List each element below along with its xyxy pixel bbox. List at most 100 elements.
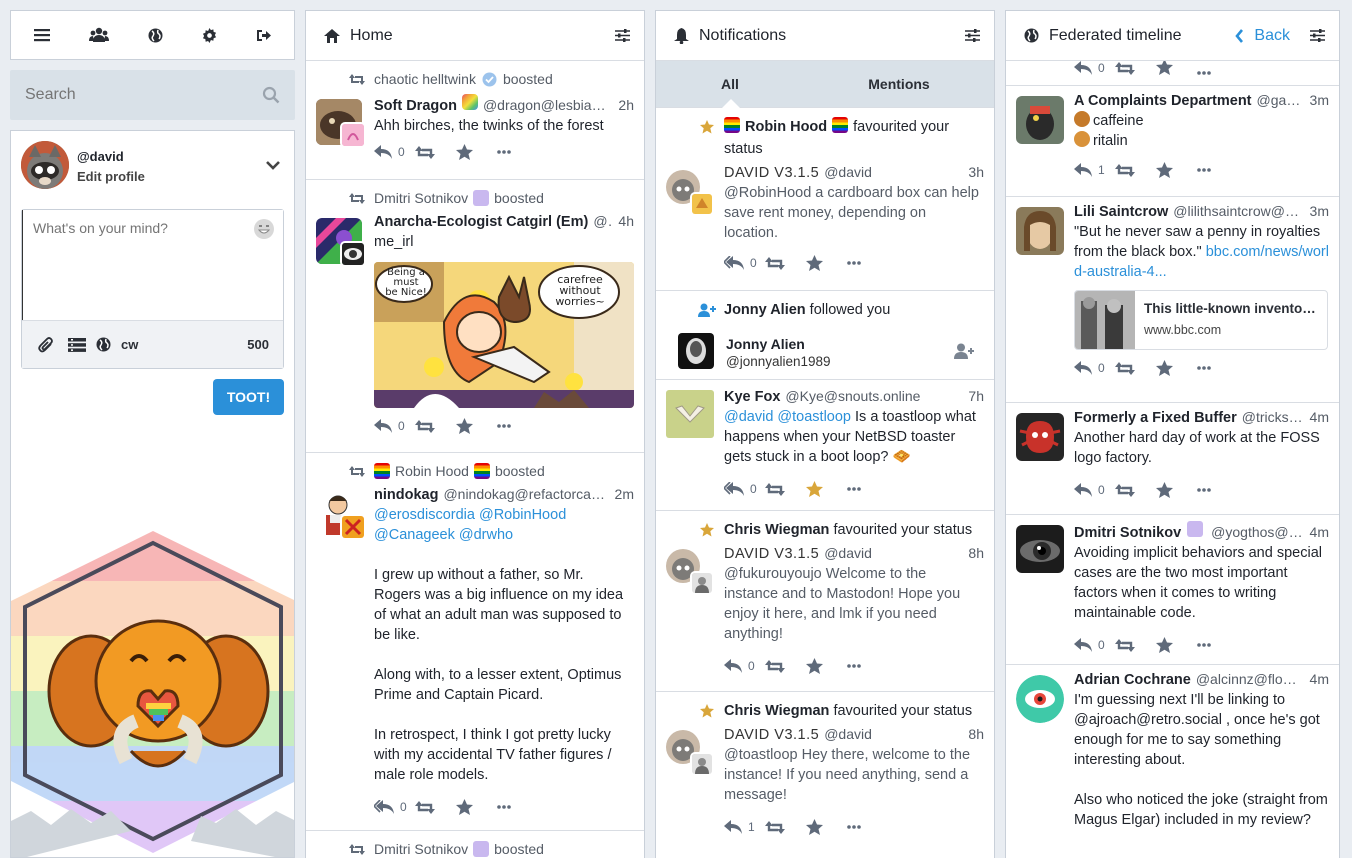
timestamp[interactable]: 3m: [1310, 203, 1329, 219]
more-options-icon[interactable]: [847, 487, 888, 491]
more-options-icon[interactable]: [1197, 643, 1238, 647]
boost-button[interactable]: [765, 659, 806, 673]
community-icon[interactable]: [89, 27, 110, 43]
avatar[interactable]: [1016, 525, 1064, 573]
display-name[interactable]: A Complaints Department: [1074, 93, 1252, 109]
reply-button[interactable]: 1: [1074, 163, 1115, 177]
status[interactable]: A Complaints Department @gatt... 3m caffei…: [1006, 86, 1339, 197]
boost-button[interactable]: [765, 820, 806, 834]
notification[interactable]: Chris Wiegman favourited your status DAV…: [656, 692, 994, 843]
status[interactable]: Dmitri Sotnikov boosted Anarcha-Ecologis…: [306, 180, 644, 453]
menu-icon[interactable]: [34, 28, 51, 42]
reply-button[interactable]: 0: [1074, 638, 1115, 652]
account-handle[interactable]: @yogthos@m...: [1211, 524, 1303, 540]
search-icon[interactable]: [262, 86, 280, 104]
status[interactable]: Dmitri Sotnikov boosted: [306, 831, 644, 858]
reply-button[interactable]: 0: [1074, 483, 1115, 497]
avatar[interactable]: [1016, 207, 1064, 255]
avatar[interactable]: [1016, 96, 1064, 144]
globe-icon[interactable]: [148, 28, 163, 43]
display-name[interactable]: Adrian Cochrane: [1074, 672, 1191, 688]
reply-button[interactable]: 0: [374, 145, 415, 159]
reply-button[interactable]: 1: [724, 820, 765, 834]
avatar[interactable]: [21, 141, 69, 189]
edit-profile-link[interactable]: Edit profile: [77, 167, 145, 187]
more-options-icon[interactable]: [1197, 168, 1238, 172]
toot-button[interactable]: TOOT!: [213, 379, 284, 415]
avatar[interactable]: [1016, 675, 1064, 723]
tab-mentions[interactable]: Mentions: [804, 76, 994, 92]
account-handle[interactable]: @david: [824, 545, 962, 561]
actor-name[interactable]: Jonny Alien: [724, 302, 806, 318]
account-handle[interactable]: @Kye@snouts.online: [785, 388, 962, 404]
status[interactable]: Formerly a Fixed Buffer @trickste... 4m An…: [1006, 403, 1339, 515]
boost-button[interactable]: [1115, 361, 1156, 375]
column-settings-icon[interactable]: [615, 29, 630, 42]
emoji-picker-icon[interactable]: [253, 218, 275, 240]
account-handle[interactable]: @alcinnz@floss....: [1196, 671, 1304, 687]
timestamp[interactable]: 4h: [618, 213, 634, 229]
account-card[interactable]: Jonny Alien @jonnyalien1989: [678, 333, 984, 369]
boost-button[interactable]: [415, 800, 456, 814]
favourite-button[interactable]: [1156, 637, 1197, 653]
booster-name[interactable]: chaotic helltwink: [374, 71, 476, 87]
timestamp[interactable]: 8h: [968, 545, 984, 561]
account-handle[interactable]: @trickste...: [1242, 409, 1304, 425]
avatar[interactable]: [666, 390, 714, 438]
mention-links[interactable]: @david @toastloop: [724, 409, 851, 425]
display-name[interactable]: DAVID V3.1.5: [724, 546, 819, 562]
chevron-down-icon[interactable]: [266, 161, 280, 170]
boost-button[interactable]: [1115, 483, 1156, 497]
reply-all-button[interactable]: 0: [374, 800, 415, 814]
display-name[interactable]: Kye Fox: [724, 389, 780, 405]
favourite-button[interactable]: [456, 799, 497, 815]
reply-button[interactable]: 0: [1074, 361, 1115, 375]
more-options-icon[interactable]: [847, 664, 888, 668]
favourite-button[interactable]: [1156, 162, 1197, 178]
status[interactable]: Dmitri Sotnikov @yogthos@m... 4m Avoiding …: [1006, 515, 1339, 665]
search-input[interactable]: [25, 86, 262, 104]
more-options-icon[interactable]: [1197, 71, 1238, 75]
column-settings-icon[interactable]: [965, 29, 980, 42]
boost-button[interactable]: [765, 256, 806, 270]
timestamp[interactable]: 3m: [1310, 92, 1329, 108]
reply-button[interactable]: 0: [724, 659, 765, 673]
display-name[interactable]: Anarcha-Ecologist Catgirl (Em): [374, 214, 588, 230]
boost-button[interactable]: [765, 482, 806, 496]
logout-icon[interactable]: [256, 29, 271, 42]
booster-name[interactable]: Robin Hood: [395, 463, 469, 479]
display-name[interactable]: DAVID V3.1.5: [724, 165, 819, 181]
account-handle[interactable]: @...: [593, 213, 612, 229]
timestamp[interactable]: 4m: [1310, 409, 1329, 425]
timestamp[interactable]: 3h: [968, 164, 984, 180]
content-warning-button[interactable]: cw: [121, 337, 138, 352]
more-options-icon[interactable]: [847, 825, 888, 829]
media-attachment[interactable]: Being a must be Nice! carefree without w…: [374, 262, 634, 408]
avatar[interactable]: [1016, 413, 1064, 461]
more-options-icon[interactable]: [497, 424, 538, 428]
boost-button[interactable]: [1115, 62, 1156, 75]
reply-all-button[interactable]: 0: [724, 256, 765, 270]
timestamp[interactable]: 4m: [1310, 671, 1329, 687]
timestamp[interactable]: 2h: [618, 97, 634, 113]
boost-button[interactable]: [1115, 638, 1156, 652]
timestamp[interactable]: 4m: [1310, 524, 1329, 540]
visibility-globe-icon[interactable]: [96, 337, 111, 352]
back-button[interactable]: Back: [1235, 27, 1290, 45]
favourite-button[interactable]: [1156, 482, 1197, 498]
favourite-button[interactable]: [806, 658, 847, 674]
status[interactable]: Lili Saintcrow @lilithsaintcrow@ra... 3m "…: [1006, 197, 1339, 403]
favourite-button[interactable]: [1156, 360, 1197, 376]
display-name[interactable]: nindokag: [374, 487, 438, 503]
booster-name[interactable]: Dmitri Sotnikov: [374, 841, 468, 857]
favourite-button-active[interactable]: [806, 481, 847, 497]
notification[interactable]: Chris Wiegman favourited your status DAV…: [656, 511, 994, 692]
status[interactable]: Adrian Cochrane @alcinnz@floss.... 4m I'm …: [1006, 665, 1339, 830]
account-handle[interactable]: @gatt...: [1257, 92, 1304, 108]
display-name[interactable]: Soft Dragon: [374, 98, 457, 114]
actor-name[interactable]: Robin Hood: [745, 119, 827, 135]
timestamp[interactable]: 7h: [968, 388, 984, 404]
timestamp[interactable]: 2m: [615, 486, 634, 502]
account-handle[interactable]: @nindokag@refactorcam...: [443, 486, 608, 502]
link-preview-card[interactable]: This little-known inventor ... www.bbc.c…: [1074, 290, 1328, 350]
